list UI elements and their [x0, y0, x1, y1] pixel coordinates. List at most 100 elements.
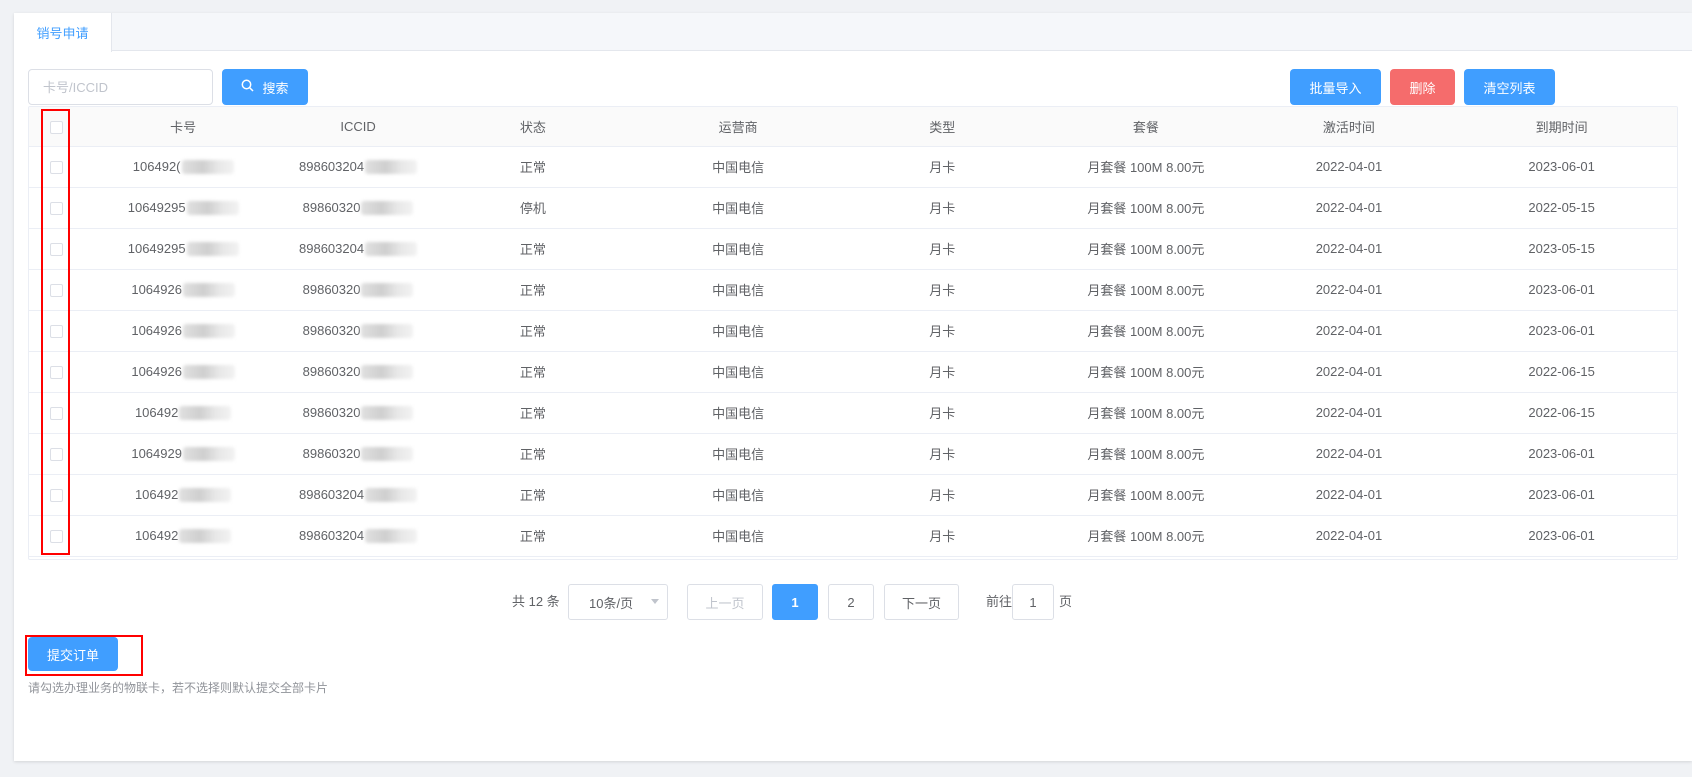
- cell-activated: 2022-04-01: [1251, 310, 1447, 352]
- cell-plan: 月套餐 100M 8.00元: [1040, 515, 1252, 557]
- cell-carrier: 中国电信: [631, 187, 845, 229]
- cell-status: 正常: [434, 474, 632, 516]
- table-row[interactable]: 106492 89860320 正常 中国电信 月卡 月套餐 100M 8.00元 2022…: [29, 392, 1677, 434]
- page-size-select[interactable]: 10条/页: [568, 584, 668, 620]
- search-button[interactable]: 搜索: [222, 69, 308, 105]
- cell-activated: 2022-04-01: [1251, 515, 1447, 557]
- table-row[interactable]: 106492(898603204 正常 中国电信 月卡 月套餐 100M 8.00元 20…: [29, 146, 1677, 188]
- redacted-block: [182, 283, 235, 298]
- column-header-type[interactable]: 类型: [844, 107, 1041, 147]
- iccid-text: 898603204: [299, 527, 365, 543]
- redacted-block: [179, 529, 232, 544]
- prev-page-button[interactable]: 上一页: [687, 584, 763, 620]
- column-header-plan[interactable]: 套餐: [1040, 107, 1252, 147]
- row-checkbox[interactable]: [50, 448, 64, 462]
- redacted-block: [186, 242, 239, 257]
- next-page-button[interactable]: 下一页: [884, 584, 959, 620]
- table-row[interactable]: 1064929 89860320 正常 中国电信 月卡 月套餐 100M 8.00元 202…: [29, 433, 1677, 475]
- cell-status: 正常: [434, 228, 632, 270]
- cell-carrier: 中国电信: [631, 474, 845, 516]
- row-checkbox[interactable]: [50, 325, 64, 339]
- iccid-text: 89860320: [302, 363, 361, 379]
- cell-card: 1064926: [84, 310, 283, 352]
- table-row[interactable]: 1064926 89860320 正常 中国电信 月卡 月套餐 100M 8.00元 202…: [29, 269, 1677, 311]
- row-checkbox[interactable]: [50, 407, 64, 421]
- cell-carrier: 中国电信: [631, 515, 845, 557]
- row-checkbox[interactable]: [50, 161, 64, 175]
- column-header-card[interactable]: 卡号: [84, 107, 283, 147]
- cell-carrier: 中国电信: [631, 433, 845, 475]
- cell-expires: 2022-06-15: [1446, 392, 1677, 434]
- select-all-checkbox[interactable]: [50, 120, 64, 134]
- iccid-text: 89860320: [302, 199, 361, 215]
- column-header-status[interactable]: 状态: [434, 107, 632, 147]
- cell-card: 106492(: [84, 146, 283, 188]
- row-checkbox[interactable]: [50, 202, 64, 216]
- cell-status: 正常: [434, 146, 632, 188]
- iccid-text: 89860320: [302, 404, 361, 420]
- cell-type: 月卡: [844, 228, 1041, 270]
- goto-page-input[interactable]: [1012, 584, 1054, 620]
- cell-expires: 2022-06-15: [1446, 351, 1677, 393]
- table-row[interactable]: 1064926 89860320 正常 中国电信 月卡 月套餐 100M 8.00元 202…: [29, 310, 1677, 352]
- cell-status: 正常: [434, 351, 632, 393]
- column-header-carrier[interactable]: 运营商: [631, 107, 845, 147]
- page-button-2[interactable]: 2: [828, 584, 874, 620]
- table-row[interactable]: 10649295 898603204 正常 中国电信 月卡 月套餐 100M 8.00元 2…: [29, 228, 1677, 270]
- table-row[interactable]: 106492 898603204 正常 中国电信 月卡 月套餐 100M 8.00元 202…: [29, 515, 1677, 557]
- cell-type: 月卡: [844, 392, 1041, 434]
- table-row[interactable]: 10649295 89860320 停机 中国电信 月卡 月套餐 100M 8.00元 20…: [29, 187, 1677, 229]
- card-number-text: 106492(: [132, 158, 181, 174]
- cell-expires: 2023-06-01: [1446, 146, 1677, 188]
- column-header-activated[interactable]: 激活时间: [1251, 107, 1447, 147]
- delete-button[interactable]: 删除: [1390, 69, 1455, 105]
- cell-activated: 2022-04-01: [1251, 474, 1447, 516]
- tab-cancel-number[interactable]: 销号申请: [14, 13, 112, 52]
- cell-iccid: 89860320: [282, 187, 435, 229]
- card-number-text: 10649295: [127, 240, 186, 256]
- column-header-iccid[interactable]: ICCID: [282, 107, 435, 147]
- cell-card: 106492: [84, 392, 283, 434]
- table-row[interactable]: 106492 898603204 正常 中国电信 月卡 月套餐 100M 8.00元 202…: [29, 474, 1677, 516]
- cell-status: 正常: [434, 392, 632, 434]
- cell-status: 正常: [434, 269, 632, 311]
- row-checkbox[interactable]: [50, 284, 64, 298]
- cell-card: 1064926: [84, 351, 283, 393]
- cell-expires: 2023-06-01: [1446, 515, 1677, 557]
- iccid-text: 89860320: [302, 445, 361, 461]
- cell-iccid: 89860320: [282, 392, 435, 434]
- row-checkbox[interactable]: [50, 530, 64, 544]
- batch-import-button[interactable]: 批量导入: [1290, 69, 1381, 105]
- card-number-text: 1064926: [131, 322, 182, 338]
- search-icon: [241, 79, 255, 95]
- cell-type: 月卡: [844, 433, 1041, 475]
- redacted-block: [365, 529, 418, 544]
- redacted-block: [365, 242, 418, 257]
- cell-type: 月卡: [844, 515, 1041, 557]
- cell-carrier: 中国电信: [631, 228, 845, 270]
- column-header-expires[interactable]: 到期时间: [1446, 107, 1677, 147]
- iccid-text: 89860320: [302, 281, 361, 297]
- cell-plan: 月套餐 100M 8.00元: [1040, 351, 1252, 393]
- cell-iccid: 898603204: [282, 515, 435, 557]
- search-input[interactable]: [28, 69, 213, 105]
- chevron-down-icon: [651, 599, 659, 604]
- clear-list-button[interactable]: 清空列表: [1464, 69, 1555, 105]
- cell-carrier: 中国电信: [631, 310, 845, 352]
- cell-plan: 月套餐 100M 8.00元: [1040, 392, 1252, 434]
- redacted-block: [365, 488, 418, 503]
- cell-activated: 2022-04-01: [1251, 146, 1447, 188]
- submit-order-button[interactable]: 提交订单: [28, 637, 118, 671]
- cell-plan: 月套餐 100M 8.00元: [1040, 474, 1252, 516]
- row-checkbox[interactable]: [50, 489, 64, 503]
- page-size-value: 10条/页: [589, 595, 634, 611]
- page-button-1[interactable]: 1: [772, 584, 818, 620]
- redacted-block: [186, 201, 239, 216]
- row-checkbox[interactable]: [50, 366, 64, 380]
- table-row[interactable]: 1064926 89860320 正常 中国电信 月卡 月套餐 100M 8.00元 202…: [29, 351, 1677, 393]
- redacted-block: [361, 406, 414, 421]
- cell-status: 停机: [434, 187, 632, 229]
- row-checkbox[interactable]: [50, 243, 64, 257]
- card-number-text: 106492: [134, 527, 179, 543]
- main-panel: 销号申请 搜索 批量导入 删除 清空列表 卡号 ICCID 状态: [14, 13, 1692, 761]
